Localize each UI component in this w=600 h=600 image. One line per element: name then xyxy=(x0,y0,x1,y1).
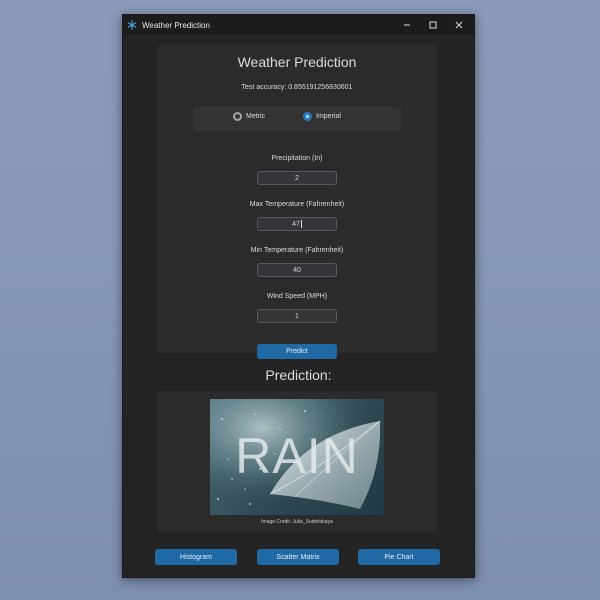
pie-chart-button[interactable]: Pie Chart xyxy=(358,549,440,565)
histogram-button[interactable]: Histogram xyxy=(155,549,237,565)
scatter-matrix-button[interactable]: Scatter Matrix xyxy=(257,549,339,565)
snowflake-icon xyxy=(127,20,137,30)
unit-selector: Metric Imperial xyxy=(193,107,401,131)
image-credit: Image Credit: Julia_Sudnitskaya xyxy=(261,519,333,525)
max-temp-input[interactable]: 47 xyxy=(257,217,337,231)
radio-metric[interactable]: Metric xyxy=(233,112,265,121)
prediction-panel: RAIN Image Credit: Julia_Sudnitskaya xyxy=(157,391,437,532)
text-cursor xyxy=(300,220,302,228)
precipitation-label: Precipitation (In) xyxy=(271,155,323,162)
title-bar[interactable]: Weather Prediction xyxy=(123,15,474,35)
predict-button[interactable]: Predict xyxy=(257,344,337,359)
wind-speed-input[interactable]: 1 xyxy=(257,309,337,323)
prediction-image: RAIN xyxy=(210,399,384,515)
app-window: Weather Prediction Weather Prediction Te… xyxy=(122,14,475,578)
precipitation-input[interactable]: 2 xyxy=(257,171,337,185)
prediction-result: RAIN xyxy=(235,428,359,484)
radio-imperial-label: Imperial xyxy=(316,113,341,120)
radio-selected-icon xyxy=(303,112,312,121)
max-temp-label: Max Temperature (Fahrenheit) xyxy=(249,201,345,208)
maximize-icon[interactable] xyxy=(420,15,446,35)
close-icon[interactable] xyxy=(446,15,472,35)
wind-speed-label: Wind Speed (MPH) xyxy=(266,293,328,300)
radio-unselected-icon xyxy=(233,112,242,121)
radio-imperial[interactable]: Imperial xyxy=(303,112,341,121)
minimize-icon[interactable] xyxy=(394,15,420,35)
prediction-heading: Prediction: xyxy=(265,367,332,383)
max-temp-value: 47 xyxy=(292,220,300,228)
min-temp-label: Min Temperature (Fahrenheit) xyxy=(250,247,344,254)
input-panel: Weather Prediction Test accuracy: 0.8551… xyxy=(157,45,437,359)
radio-metric-label: Metric xyxy=(246,113,266,120)
form-heading: Weather Prediction xyxy=(237,54,357,70)
accuracy-label: Test accuracy: 0.855191256830601 xyxy=(241,84,353,91)
window-title: Weather Prediction xyxy=(142,20,210,30)
min-temp-input[interactable]: 40 xyxy=(257,263,337,277)
